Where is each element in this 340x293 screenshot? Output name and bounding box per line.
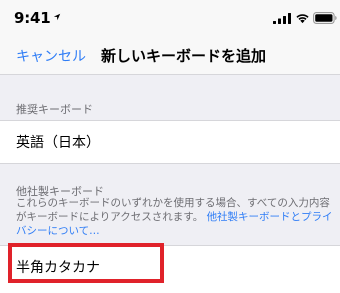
cellular-signal-icon bbox=[273, 13, 291, 24]
battery-icon bbox=[313, 12, 337, 24]
third-party-footer: これらのキーボードのいずれかを使用する場合、すべての入力内容がキーボードによりア… bbox=[16, 196, 334, 238]
location-arrow-icon bbox=[53, 13, 61, 21]
recommended-section-header: 推奨キーボード bbox=[16, 103, 93, 116]
page-title: 新しいキーボードを追加 bbox=[101, 47, 267, 65]
top-bar: 9:41 キャンセル 新しいキーボードを追加 bbox=[0, 0, 340, 75]
highlight-box bbox=[8, 243, 164, 283]
status-time: 9:41 bbox=[14, 9, 51, 27]
keyboard-item-label: 英語（日本） bbox=[16, 135, 100, 151]
wifi-icon bbox=[296, 14, 309, 24]
cancel-button[interactable]: キャンセル bbox=[16, 46, 86, 66]
keyboard-item-english-japan[interactable]: 英語（日本） bbox=[0, 120, 340, 164]
